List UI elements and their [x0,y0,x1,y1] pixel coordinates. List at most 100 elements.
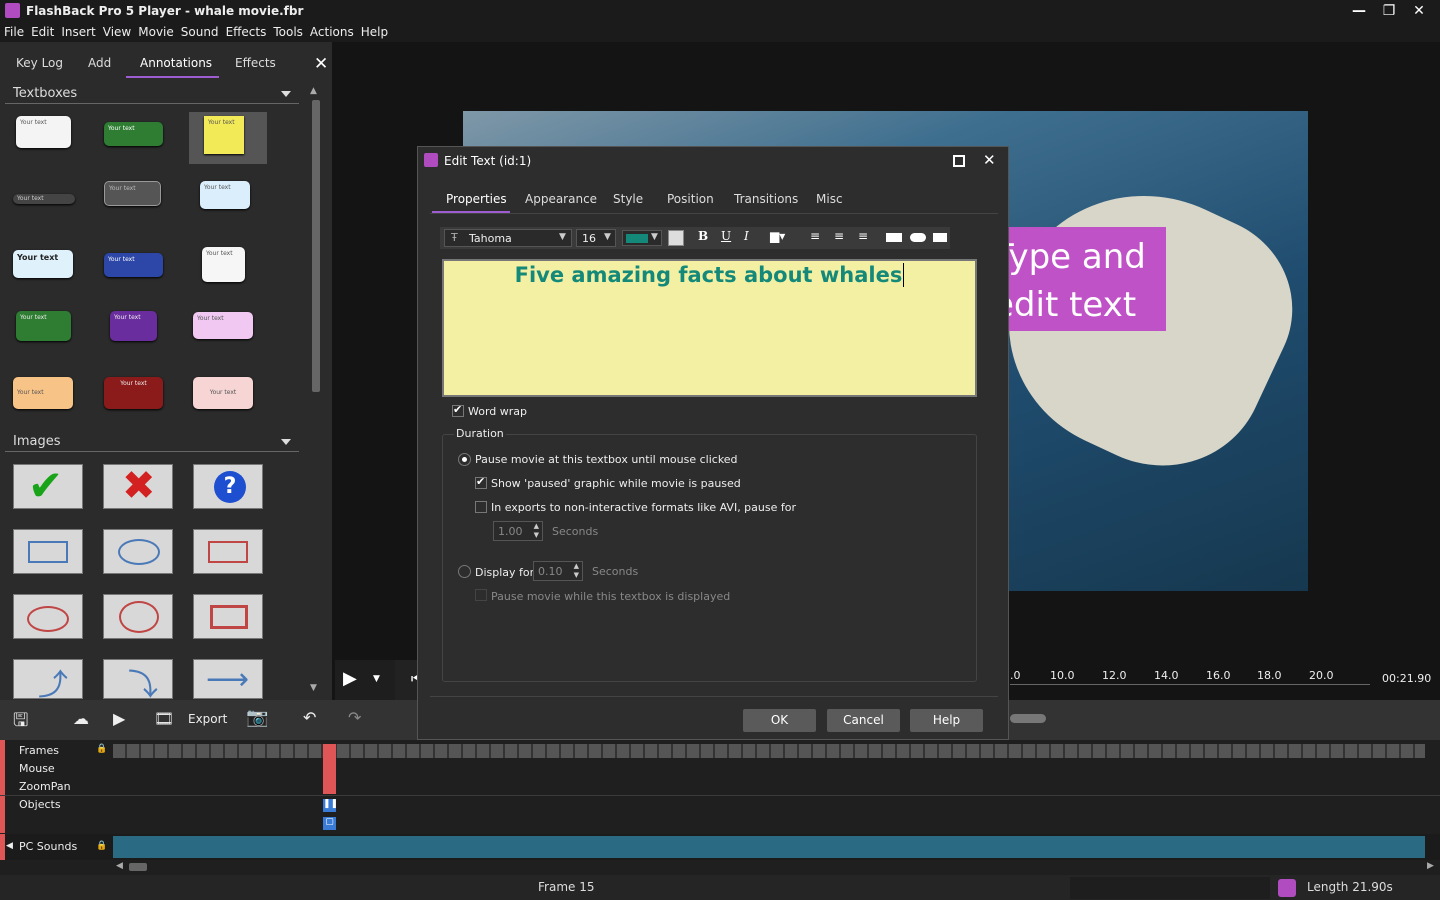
sound-track[interactable] [113,836,1425,858]
textbox-purple-bubble[interactable]: Your text [110,311,157,341]
image-red-ellipse[interactable] [13,594,83,639]
save-icon[interactable]: 🖫 [13,708,28,738]
ok-button[interactable]: OK [743,709,816,732]
play-icon[interactable]: ▶ [343,668,357,689]
align-center-icon[interactable]: ≡ [834,229,844,243]
textbox-blue-bold[interactable]: Your text [13,250,73,278]
textbox-lightpink[interactable]: Your text [193,377,253,409]
pause-radio[interactable] [458,453,471,466]
italic-icon[interactable]: I [744,229,749,243]
textbox-lightblue-bubble[interactable]: Your text [200,181,250,209]
panel-scrollbar[interactable]: ▲ ▼ [309,86,323,698]
exports-pause-checkbox[interactable] [475,501,487,513]
textbox-gray-bubble[interactable]: Your text [104,181,161,206]
image-checkmark[interactable]: ✔ [13,461,83,510]
close-window-button[interactable]: ✕ [1405,2,1433,20]
lock-icon[interactable]: 🔒 [96,841,107,851]
scroll-thumb[interactable] [129,863,147,871]
tab-properties[interactable]: Properties [446,192,507,206]
textbox-white-bubble[interactable]: Your text [16,116,71,148]
spinner-arrows-icon[interactable]: ▲ ▼ [534,522,539,540]
textbox-object-icon[interactable]: ▢ [323,817,336,830]
scroll-up-icon[interactable]: ▲ [310,86,317,96]
textbox-darkred[interactable]: Your text [104,377,163,409]
scroll-down-icon[interactable]: ▼ [310,683,317,693]
display-for-radio[interactable] [458,565,471,578]
size-select[interactable]: 16 ▼ [576,229,616,247]
image-red-rectangle[interactable] [193,529,263,574]
bold-icon[interactable]: B [698,229,708,243]
tab-appearance[interactable]: Appearance [525,192,597,206]
images-header[interactable]: Images [5,432,299,452]
textboxes-header[interactable]: Textboxes [5,84,299,104]
image-arrow-right[interactable]: ⟶ [193,659,263,699]
menu-file[interactable]: File [0,22,27,39]
menu-actions[interactable]: Actions [306,22,357,39]
redo-icon[interactable]: ↷ [348,708,361,727]
export-button[interactable]: Export [188,712,227,726]
undo-icon[interactable]: ↶ [303,708,316,727]
scroll-right-icon[interactable]: ▶ [1427,861,1434,871]
image-question[interactable]: ? [193,464,263,509]
tab-position[interactable]: Position [667,192,714,206]
cancel-button[interactable]: Cancel [827,709,900,732]
menu-insert[interactable]: Insert [57,22,98,39]
youtube-icon[interactable]: ▶ [113,709,125,728]
display-seconds-input[interactable]: 0.10 ▲ ▼ [533,561,583,581]
menu-tools[interactable]: Tools [269,22,306,39]
tab-key-log[interactable]: Key Log [16,56,63,70]
pause-while-displayed-checkbox[interactable] [475,589,487,601]
shape-rect-icon[interactable] [886,233,902,242]
color-select[interactable]: ▼ [622,230,662,246]
textbox-green[interactable]: Your text [104,122,163,146]
menu-sound[interactable]: Sound [177,22,222,39]
camera-icon[interactable]: 📷 [246,707,268,728]
speaker-icon[interactable]: ◀ [6,841,13,851]
upload-icon[interactable]: ☁ [73,709,89,728]
zoom-slider[interactable] [1010,714,1046,723]
menu-edit[interactable]: Edit [27,22,57,39]
frames-track[interactable] [113,744,1425,758]
tab-style[interactable]: Style [613,192,643,206]
shape-rounded-icon[interactable] [910,233,926,242]
textbox-navy[interactable]: Your text [104,253,163,277]
align-right-icon[interactable]: ≡ [858,229,868,243]
tab-add[interactable]: Add [88,56,111,70]
image-cross[interactable]: ✖ [103,463,173,509]
textbox-pink-bubble[interactable]: Your text [193,312,253,339]
text-editor[interactable]: Five amazing facts about whales [442,259,977,397]
tab-misc[interactable]: Misc [816,192,843,206]
font-select[interactable]: Ŧ Tahoma ▼ [444,229,572,247]
scroll-left-icon[interactable]: ◀ [116,861,123,871]
textbox-sticky-note[interactable]: Your text [204,116,244,154]
lock-icon[interactable]: 🔒 [96,744,107,754]
image-arrow-down[interactable]: ⤵ [103,659,173,703]
image-blue-ellipse[interactable] [103,529,173,574]
image-red-circle[interactable] [103,594,173,639]
menu-help[interactable]: Help [357,22,391,39]
restore-button[interactable]: ❐ [1375,2,1403,20]
close-icon[interactable]: ✕ [983,151,996,169]
tab-transitions[interactable]: Transitions [734,192,798,206]
close-panel-icon[interactable]: ✕ [314,54,328,74]
align-left-icon[interactable]: ≡ [810,229,820,243]
spinner-arrows-icon[interactable]: ▲ ▼ [574,562,579,580]
underline-icon[interactable]: U [721,229,731,243]
export-icon[interactable]: 🎞 [154,709,174,728]
image-red-box[interactable] [193,594,263,639]
shape-bubble-icon[interactable] [933,233,947,242]
tab-effects[interactable]: Effects [235,56,276,70]
image-blue-rectangle[interactable] [13,529,83,574]
tab-annotations[interactable]: Annotations [140,56,212,70]
menu-movie[interactable]: Movie [134,22,177,39]
menu-effects[interactable]: Effects [222,22,270,39]
scroll-thumb[interactable] [312,100,320,392]
playhead[interactable] [323,744,336,794]
pause-object-icon[interactable]: ❚❚ [323,799,338,812]
help-button[interactable]: Help [910,709,983,732]
minimize-button[interactable]: — [1345,2,1373,20]
palette-icon[interactable] [668,230,684,246]
textbox-green-bubble[interactable]: Your text [16,311,71,341]
word-wrap-checkbox[interactable] [452,403,464,417]
textbox-dark-bar[interactable]: Your text [13,194,75,204]
